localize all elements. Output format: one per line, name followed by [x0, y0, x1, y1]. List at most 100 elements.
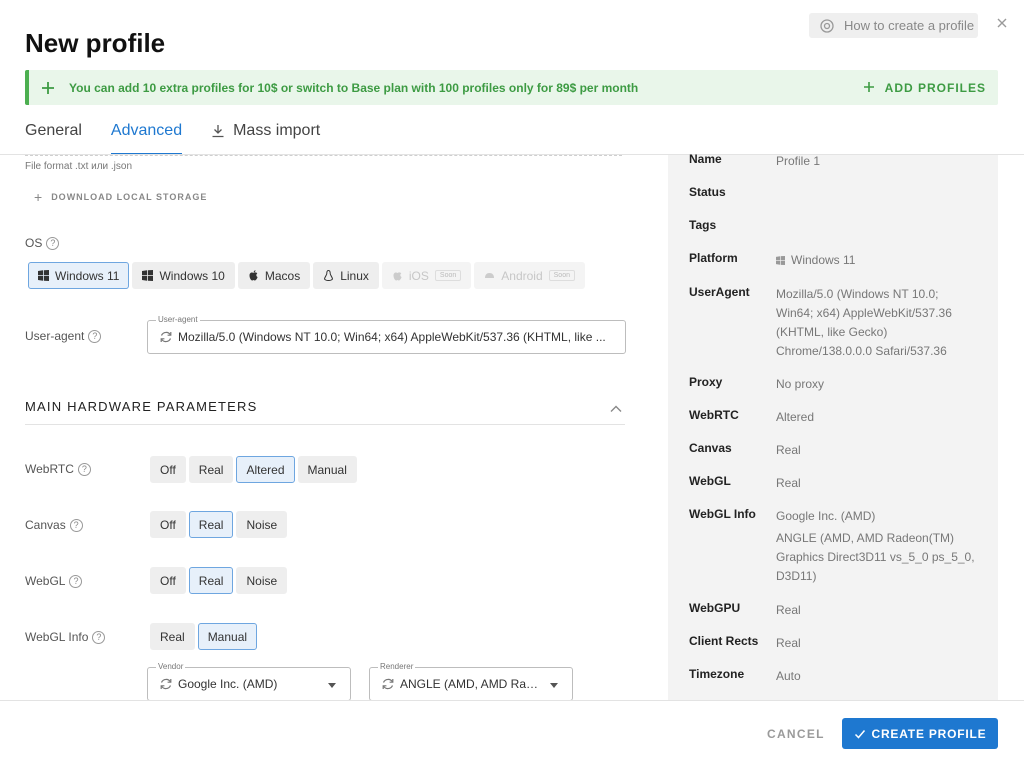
- windows-icon: [38, 270, 49, 281]
- download-local-storage-label: DOWNLOAD LOCAL STORAGE: [51, 192, 208, 202]
- download-icon: [211, 124, 225, 138]
- add-profiles-button[interactable]: ADD PROFILES: [863, 70, 986, 105]
- refresh-icon[interactable]: [159, 677, 173, 691]
- vendor-select[interactable]: Vendor Google Inc. (AMD): [147, 662, 351, 701]
- tab-label: Advanced: [110, 122, 183, 139]
- user-agent-value: Mozilla/5.0 (Windows NT 10.0; Win64; x64…: [178, 330, 606, 344]
- webgl-option-real[interactable]: Real: [188, 567, 234, 594]
- canvas-label-text: Canvas: [25, 518, 66, 532]
- how-to-create-profile-button[interactable]: How to create a profile: [809, 13, 978, 38]
- canvas-option-noise[interactable]: Noise: [236, 511, 288, 538]
- summary-key: Status: [689, 185, 726, 199]
- webgl-option-noise[interactable]: Noise: [236, 567, 288, 594]
- os-option-macos[interactable]: Macos: [237, 262, 311, 289]
- os-option-linux[interactable]: Linux: [313, 262, 379, 289]
- summary-key: WebGPU: [689, 601, 741, 615]
- os-label-text: OS: [25, 236, 43, 250]
- summary-value-secondary: ANGLE (AMD, AMD Radeon(TM) Graphics Dire…: [776, 531, 975, 583]
- webgl-info-label-text: WebGL Info: [25, 630, 89, 644]
- summary-value: Auto: [776, 669, 801, 683]
- refresh-icon[interactable]: [381, 677, 395, 691]
- create-profile-label: CREATE PROFILE: [871, 726, 987, 741]
- help-icon[interactable]: ?: [46, 236, 60, 250]
- summary-key: UserAgent: [689, 285, 750, 299]
- tab-label: General: [25, 122, 82, 139]
- tab-advanced[interactable]: Advanced: [110, 118, 183, 155]
- how-to-label: How to create a profile: [844, 18, 975, 33]
- platform-value: Windows 11: [791, 253, 856, 267]
- upgrade-banner: You can add 10 extra profiles for 10$ or…: [25, 70, 998, 105]
- summary-value: Google Inc. (AMD): [776, 509, 876, 523]
- chevron-up-icon[interactable]: [610, 401, 622, 412]
- profile-summary-panel: Name Profile 1 Status Tags Platform Wind…: [668, 152, 998, 700]
- tab-mass-import[interactable]: Mass import: [211, 118, 320, 155]
- windows-icon: [142, 270, 154, 281]
- file-format-hint: File format .txt или .json: [25, 161, 133, 172]
- os-option-label: Macos: [264, 268, 301, 283]
- os-option-windows-11[interactable]: Windows 11: [28, 262, 130, 289]
- plus-icon: [41, 81, 55, 95]
- webrtc-selector: Off Real Altered Manual: [150, 456, 357, 483]
- dialog-title: New profile: [25, 28, 166, 58]
- vendor-field-label: Vendor: [156, 662, 186, 671]
- webrtc-option-manual[interactable]: Manual: [297, 456, 357, 483]
- summary-value: No proxy: [776, 377, 825, 391]
- help-icon[interactable]: ?: [88, 329, 102, 343]
- summary-key: WebGL Info: [689, 507, 756, 521]
- webgl-info-option-real[interactable]: Real: [150, 623, 195, 650]
- canvas-option-real[interactable]: Real: [188, 511, 234, 538]
- canvas-option-off[interactable]: Off: [150, 511, 186, 538]
- summary-key: Platform: [689, 251, 738, 265]
- user-agent-field[interactable]: User-agent Mozilla/5.0 (Windows NT 10.0;…: [147, 315, 626, 354]
- summary-value: Profile 1: [776, 154, 821, 168]
- soon-badge: Soon: [434, 270, 462, 281]
- os-option-windows-10[interactable]: Windows 10: [132, 262, 235, 289]
- summary-key: Canvas: [689, 441, 732, 455]
- chevron-down-icon: [550, 683, 558, 688]
- vendor-value: Google Inc. (AMD): [178, 677, 278, 691]
- webrtc-option-real[interactable]: Real: [188, 456, 234, 483]
- webgl-option-off[interactable]: Off: [150, 567, 186, 594]
- summary-value: Altered: [776, 410, 815, 424]
- help-icon[interactable]: ?: [69, 518, 83, 532]
- os-option-android: Android Soon: [474, 262, 585, 289]
- summary-value: Real: [776, 636, 801, 650]
- section-divider: [25, 424, 625, 425]
- help-icon[interactable]: ?: [69, 574, 83, 588]
- linux-icon: [323, 270, 334, 281]
- summary-value: Mozilla/5.0 (Windows NT 10.0; Win64; x64…: [776, 287, 952, 358]
- cancel-button[interactable]: CANCEL: [767, 727, 825, 741]
- renderer-field-label: Renderer: [378, 662, 416, 671]
- windows-icon: [776, 252, 785, 265]
- summary-key: Client Rects: [689, 634, 759, 648]
- apple-icon: [248, 270, 259, 281]
- os-option-label: Linux: [340, 268, 369, 283]
- renderer-select[interactable]: Renderer ANGLE (AMD, AMD Rad...: [369, 662, 573, 701]
- plus-icon: +: [34, 189, 44, 205]
- webgl-info-option-manual[interactable]: Manual: [197, 623, 258, 650]
- os-option-label: iOS: [408, 268, 429, 283]
- android-icon: [484, 270, 495, 281]
- summary-key: WebRTC: [689, 408, 739, 422]
- webgl-info-label: WebGL Info?: [25, 630, 106, 644]
- webgl-selector: Off Real Noise: [150, 567, 288, 594]
- webrtc-option-off[interactable]: Off: [150, 456, 186, 483]
- summary-value: Windows 11: [776, 251, 991, 270]
- webrtc-option-altered[interactable]: Altered: [236, 456, 295, 483]
- chevron-down-icon: [328, 683, 336, 688]
- help-icon[interactable]: ?: [77, 462, 91, 476]
- tab-general[interactable]: General: [25, 118, 82, 155]
- os-option-label: Android: [501, 268, 543, 283]
- refresh-icon[interactable]: [159, 330, 173, 344]
- os-option-label: Windows 10: [159, 268, 225, 283]
- tab-bar: General Advanced Mass import: [25, 118, 349, 155]
- renderer-value: ANGLE (AMD, AMD Rad...: [400, 677, 540, 691]
- close-icon[interactable]: [995, 16, 1009, 30]
- help-icon[interactable]: ?: [92, 630, 106, 644]
- user-agent-field-label: User-agent: [156, 315, 200, 324]
- download-local-storage-button[interactable]: + DOWNLOAD LOCAL STORAGE: [34, 189, 207, 205]
- dropzone-border: [25, 155, 622, 156]
- summary-value: Real: [776, 603, 801, 617]
- create-profile-button[interactable]: CREATE PROFILE: [842, 718, 998, 749]
- add-profiles-label: ADD PROFILES: [884, 80, 986, 95]
